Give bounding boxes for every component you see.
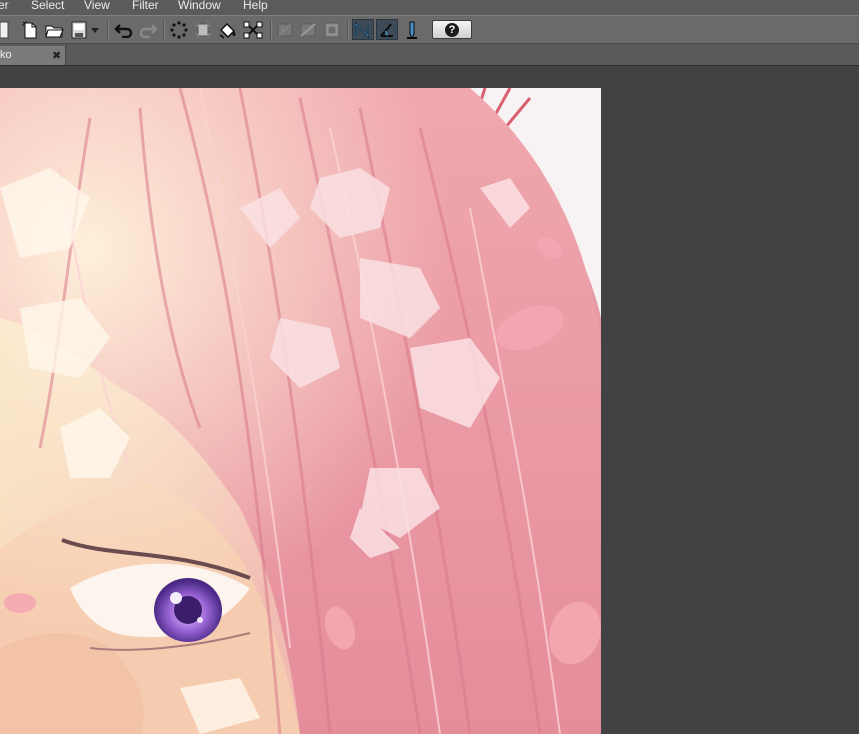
grid-disabled-icon[interactable] — [298, 19, 318, 40]
selection-dots-icon[interactable] — [169, 19, 189, 40]
redo-icon[interactable] — [137, 19, 159, 40]
pen-stabilizer-icon[interactable] — [352, 19, 374, 40]
new-document-icon[interactable] — [20, 19, 40, 40]
document-tab-strip: ko ✖ — [0, 44, 859, 66]
menu-filter[interactable]: Filter — [132, 0, 159, 11]
dropdown-arrow-icon[interactable] — [89, 19, 101, 40]
close-icon[interactable]: ✖ — [52, 49, 61, 62]
menu-window[interactable]: Window — [178, 0, 221, 11]
frame-disabled-icon[interactable] — [322, 19, 342, 40]
angle-icon[interactable] — [376, 19, 398, 40]
ruler-disabled-icon[interactable] — [275, 19, 295, 40]
document-tab[interactable]: ko ✖ — [0, 46, 66, 65]
illustration — [0, 88, 601, 734]
toolbar-separator — [347, 20, 349, 40]
toolbar-separator — [163, 20, 165, 40]
menu-view[interactable]: View — [84, 0, 110, 11]
save-icon[interactable] — [70, 19, 88, 40]
crop-icon[interactable] — [193, 19, 213, 40]
toolbar: ? — [0, 15, 859, 44]
fill-icon[interactable] — [217, 19, 239, 40]
menu-help[interactable]: Help — [243, 0, 268, 11]
menu-bar: er Select View Filter Window Help — [0, 0, 859, 15]
open-folder-icon[interactable] — [43, 19, 65, 40]
undo-icon[interactable] — [113, 19, 135, 40]
menu-select[interactable]: Select — [31, 0, 64, 11]
document-tab-label: ko — [0, 49, 12, 61]
transform-icon[interactable] — [242, 19, 264, 40]
help-button[interactable]: ? — [432, 20, 472, 39]
drawing-canvas[interactable] — [0, 88, 601, 734]
partial-button[interactable] — [0, 19, 9, 40]
toolbar-separator — [270, 20, 272, 40]
toolbar-separator — [107, 20, 109, 40]
pen-pressure-icon[interactable] — [401, 19, 423, 40]
menu-layer[interactable]: er — [0, 0, 9, 11]
help-icon: ? — [445, 22, 459, 37]
